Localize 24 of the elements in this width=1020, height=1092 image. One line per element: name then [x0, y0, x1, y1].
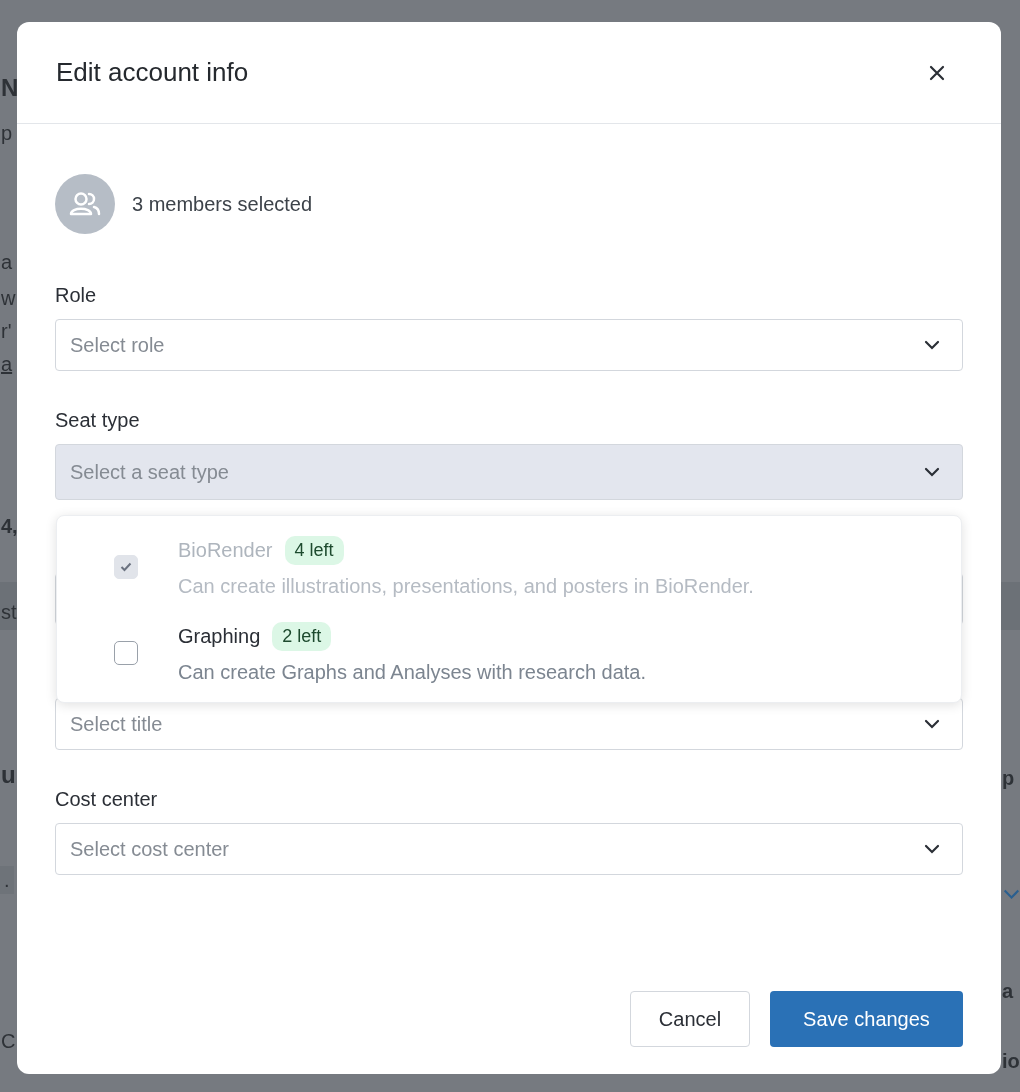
field-label: Role [55, 283, 98, 307]
option-title: BioRender [178, 539, 273, 562]
selection-count: 3 members selected [132, 192, 313, 216]
tag: . [0, 866, 14, 894]
dialog-title: Edit account info [56, 57, 249, 88]
heading-text: N [0, 74, 19, 102]
header-text: st [0, 600, 17, 625]
option-description: Can create illustrations, presentations, and posters in BioRender. [178, 575, 754, 598]
text: p [1001, 766, 1015, 791]
text: r' [0, 319, 12, 344]
seats-left-badge: 2 left [272, 622, 332, 651]
seats-left-badge: 4 left [284, 536, 344, 565]
text: p [0, 121, 13, 146]
field-label: Cost center [55, 787, 159, 811]
text: C [0, 1029, 16, 1054]
text: 4, [0, 514, 18, 539]
heading-text: u [0, 761, 16, 789]
field-label: Seat type [55, 408, 141, 432]
text: a [0, 250, 13, 275]
option-description: Can create Graphs and Analyses with research data. [178, 661, 647, 684]
text: a [1001, 979, 1014, 1004]
option-title: Graphing [178, 625, 261, 648]
text: io [1001, 1049, 1020, 1074]
text: w [0, 286, 16, 311]
